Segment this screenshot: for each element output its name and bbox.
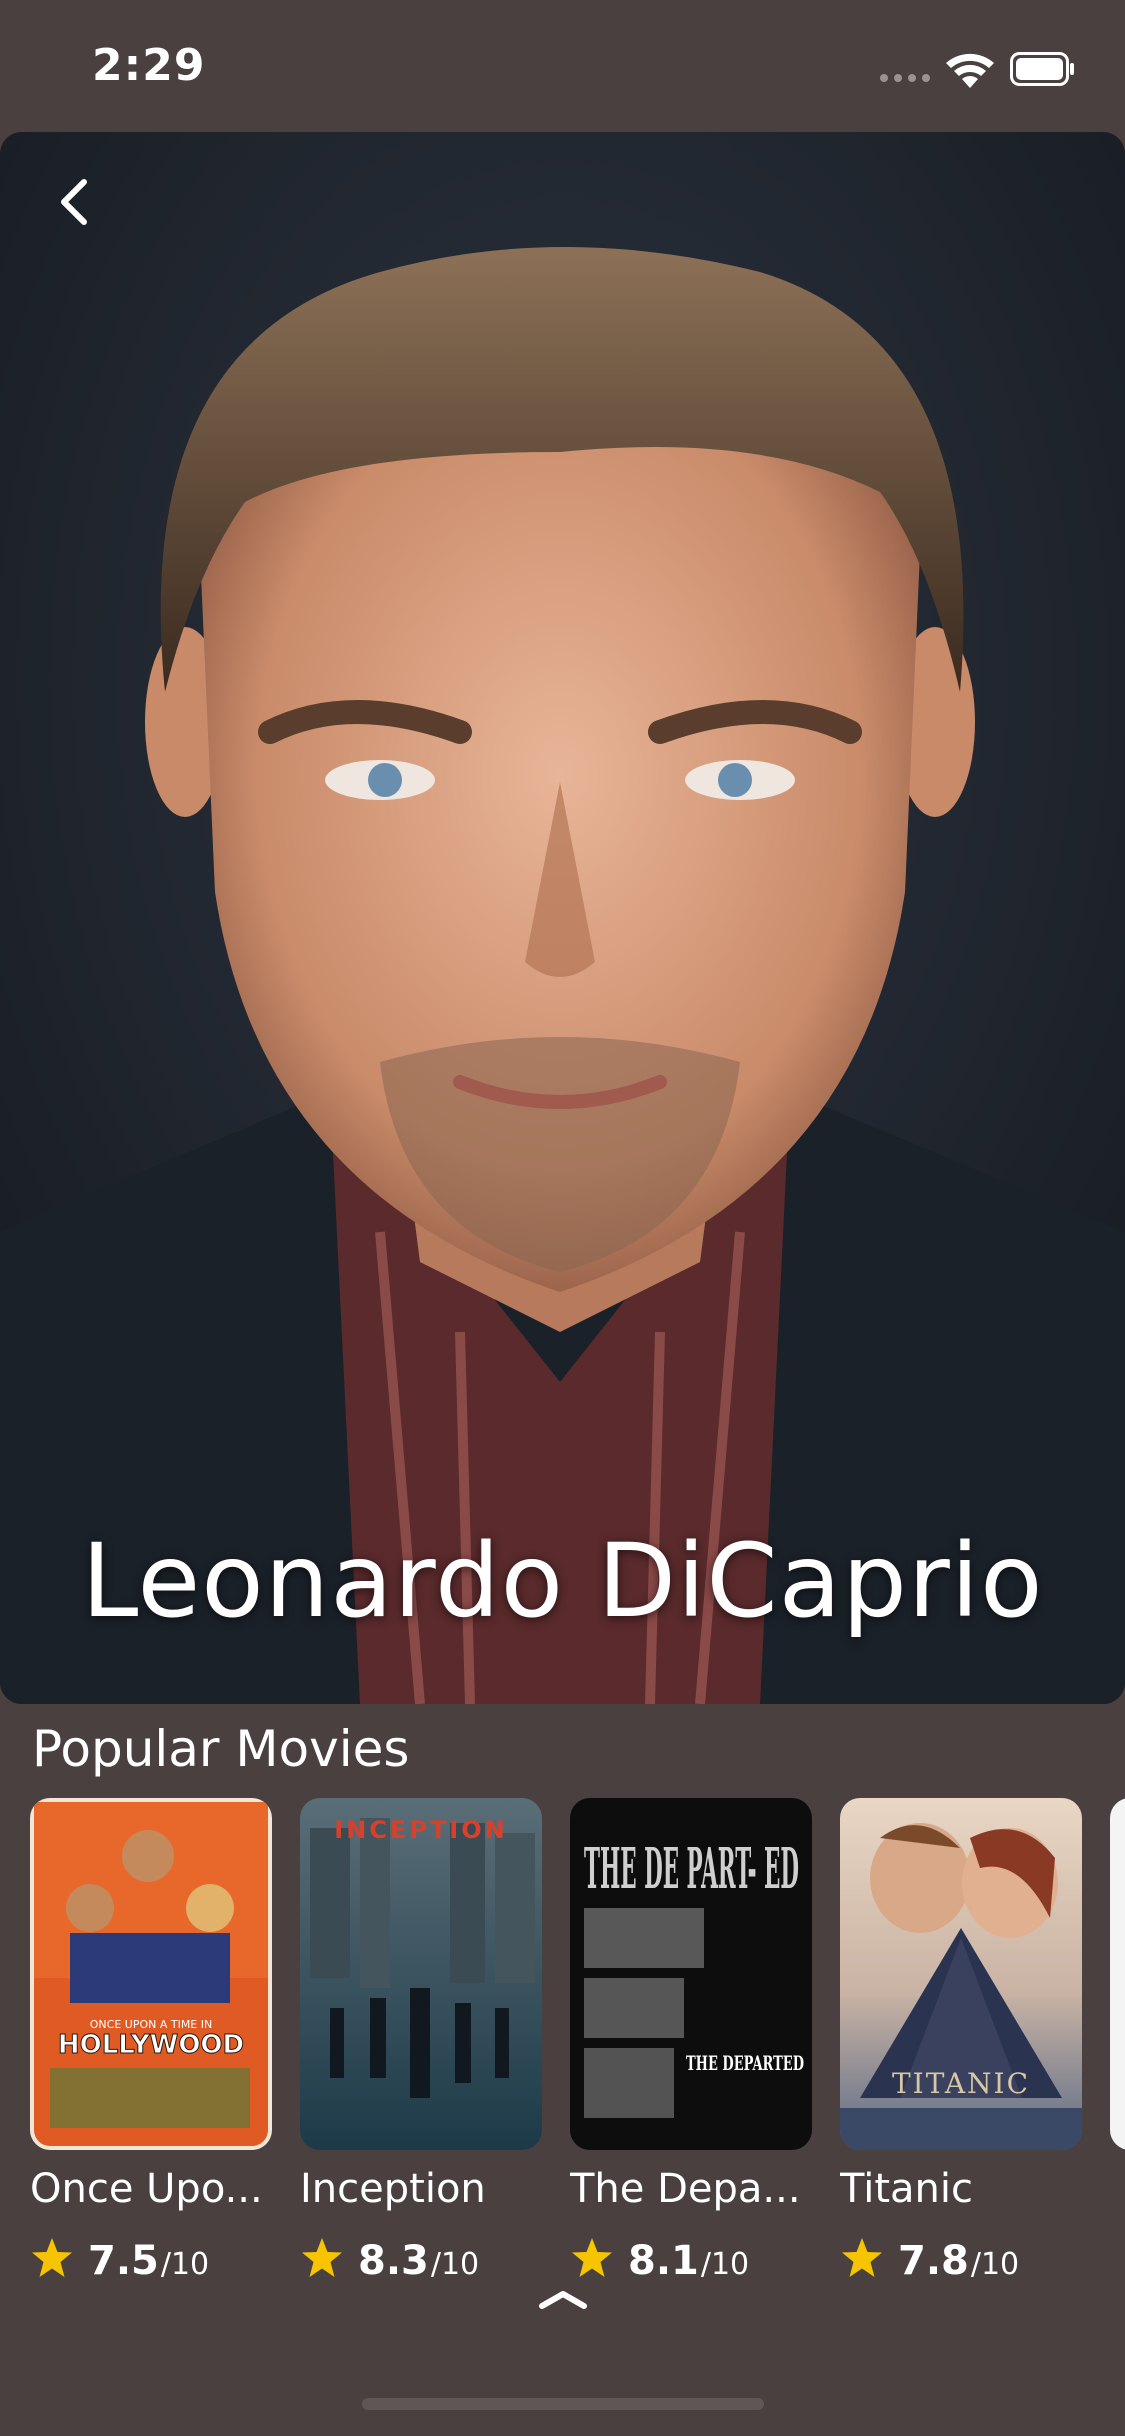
- movie-card-next-partial[interactable]: [1110, 1798, 1125, 2150]
- status-time: 2:29: [92, 40, 206, 91]
- movie-title: Once Upo...: [30, 2166, 263, 2212]
- rating-value: 7.8: [898, 2238, 969, 2278]
- poster-titanic: TITANIC: [840, 1798, 1082, 2150]
- rating-value: 8.1: [628, 2238, 699, 2278]
- status-bar: 2:29: [0, 0, 1125, 132]
- movie-poster[interactable]: INCEPTION: [300, 1798, 542, 2150]
- actor-name: Leonardo DiCaprio: [81, 1522, 1044, 1641]
- movie-poster[interactable]: ONCE UPON A TIME IN HOLLYWOOD: [30, 1798, 272, 2150]
- poster-title-text: THE DE PART- ED: [584, 1836, 799, 1902]
- movie-poster[interactable]: TITANIC: [840, 1798, 1082, 2150]
- movie-poster[interactable]: THE DE PART- ED THE DEPARTED: [570, 1798, 812, 2150]
- star-icon: [842, 2238, 882, 2277]
- rating-value: 7.5: [88, 2238, 159, 2278]
- back-button[interactable]: [40, 162, 110, 242]
- poster-the-departed: THE DE PART- ED THE DEPARTED: [570, 1798, 812, 2150]
- movie-title: The Depa...: [570, 2166, 801, 2212]
- movie-poster[interactable]: [1110, 1798, 1125, 2150]
- star-icon: [302, 2238, 342, 2277]
- actor-hero: Leonardo DiCaprio: [0, 132, 1125, 1704]
- movie-card-titanic[interactable]: TITANIC Titanic 7.8 /10: [840, 1798, 1082, 2278]
- rating-max: /10: [430, 2247, 480, 2278]
- movie-title: Inception: [300, 2166, 486, 2212]
- movie-rating: 8.3 /10: [300, 2230, 542, 2278]
- movie-card-inception[interactable]: INCEPTION Inception 8.3 /10: [300, 1798, 542, 2278]
- movie-title: Titanic: [840, 2166, 973, 2212]
- star-icon: [572, 2238, 612, 2277]
- movie-rating: 7.8 /10: [840, 2230, 1082, 2278]
- star-icon: [32, 2238, 72, 2277]
- cellular-signal-icon: [880, 74, 932, 84]
- home-indicator: [362, 2398, 764, 2410]
- rating-max: /10: [970, 2247, 1020, 2278]
- actor-portrait: [0, 132, 1125, 1704]
- movie-card-the-departed[interactable]: THE DE PART- ED THE DEPARTED The Depa...…: [570, 1798, 812, 2278]
- rating-max: /10: [160, 2247, 210, 2278]
- poster-title-text: INCEPTION: [334, 1816, 507, 1844]
- poster-subtitle-text: THE DEPARTED: [686, 2051, 804, 2075]
- poster-title-text: HOLLYWOOD: [58, 2030, 244, 2060]
- wifi-icon: [946, 53, 994, 88]
- chevron-up-icon[interactable]: [538, 2288, 588, 2310]
- poster-inception: INCEPTION: [300, 1798, 542, 2150]
- poster-title-text: TITANIC: [892, 2067, 1030, 2100]
- movie-rating: 8.1 /10: [570, 2230, 812, 2278]
- rating-max: /10: [700, 2247, 750, 2278]
- popular-movies-carousel[interactable]: ONCE UPON A TIME IN HOLLYWOOD Once Upo..…: [0, 1798, 1125, 2278]
- battery-icon: [1010, 52, 1074, 86]
- popular-movies-heading: Popular Movies: [32, 1720, 410, 1778]
- movie-rating: 7.5 /10: [30, 2230, 272, 2278]
- rating-value: 8.3: [358, 2238, 429, 2278]
- poster-once-upon-a-time: ONCE UPON A TIME IN HOLLYWOOD: [30, 1798, 272, 2150]
- movie-card-once-upon[interactable]: ONCE UPON A TIME IN HOLLYWOOD Once Upo..…: [30, 1798, 272, 2278]
